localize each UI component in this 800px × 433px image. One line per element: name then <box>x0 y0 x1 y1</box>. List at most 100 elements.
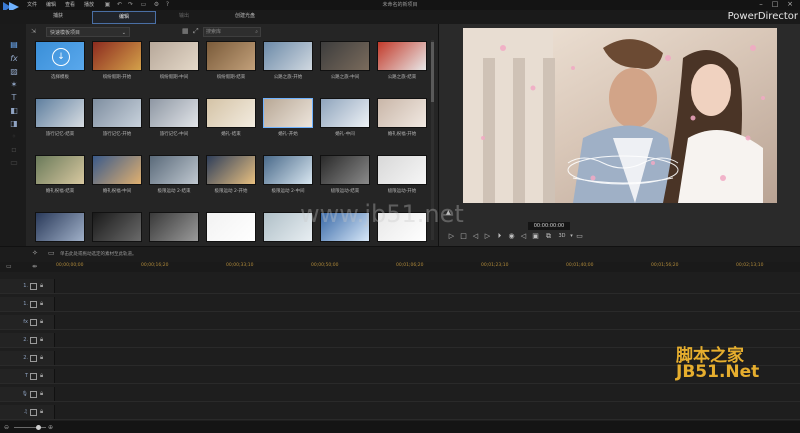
subtitle-room-icon[interactable]: ▭ <box>8 158 20 168</box>
track-enable-checkbox[interactable] <box>30 409 37 416</box>
zoom-slider[interactable] <box>14 427 46 428</box>
tab-create-disc[interactable]: 创建光盘 <box>222 11 268 22</box>
snapshot-icon[interactable]: ◉ <box>507 232 516 241</box>
help-icon[interactable]: ? <box>164 1 171 8</box>
track-lock-icon[interactable]: 🔒︎ <box>40 333 43 347</box>
track-lock-icon[interactable]: 🔒︎ <box>40 351 43 365</box>
chapter-room-icon[interactable]: ▫ <box>8 145 20 155</box>
undock-icon[interactable]: ⧉ <box>544 232 553 241</box>
template-thumbnail[interactable] <box>92 212 142 242</box>
template-label: 婚礼-结束 <box>221 132 241 137</box>
undo-icon[interactable]: ↶ <box>116 1 123 8</box>
play-icon[interactable]: ▷ <box>447 232 456 241</box>
track-enable-checkbox[interactable] <box>30 301 37 308</box>
template-thumbnail[interactable] <box>206 98 256 128</box>
timeline-track[interactable] <box>0 405 800 420</box>
track-enable-checkbox[interactable] <box>30 355 37 362</box>
zoom-slider-handle[interactable] <box>36 425 41 430</box>
track-enable-checkbox[interactable] <box>30 337 37 344</box>
timeline-track[interactable] <box>0 297 800 312</box>
tab-capture[interactable]: 捕获 <box>40 11 76 22</box>
volume-icon[interactable]: ◁ <box>519 232 528 241</box>
transition-room-icon[interactable]: ◧ <box>8 106 20 116</box>
template-thumbnail[interactable] <box>149 155 199 185</box>
fit-timeline-icon[interactable]: ⇹ <box>32 263 37 270</box>
menu-file[interactable]: 文件 <box>27 1 37 8</box>
stop-icon[interactable]: □ <box>459 232 468 241</box>
timeline-track[interactable] <box>0 387 800 402</box>
track-enable-checkbox[interactable] <box>30 391 37 398</box>
track-manager-icon[interactable]: ▭ <box>6 263 12 270</box>
track-lock-icon[interactable]: 🔒︎ <box>40 369 43 383</box>
next-frame-icon[interactable]: ▷ <box>483 232 492 241</box>
template-thumbnail[interactable] <box>149 212 199 242</box>
timeline-track[interactable] <box>0 315 800 330</box>
template-thumbnail[interactable] <box>263 155 313 185</box>
template-thumbnail[interactable] <box>206 155 256 185</box>
template-thumbnail[interactable] <box>206 41 256 71</box>
template-thumbnail[interactable] <box>92 155 142 185</box>
fx-room-icon[interactable]: fx <box>8 54 20 64</box>
template-thumbnail[interactable] <box>35 212 85 242</box>
template-thumbnail[interactable] <box>35 98 85 128</box>
prev-frame-icon[interactable]: ◁ <box>471 232 480 241</box>
zoom-out-icon[interactable]: ⊖ <box>4 424 9 431</box>
track-lock-icon[interactable]: 🔒︎ <box>40 387 43 401</box>
expand-icon[interactable]: ⤢ <box>193 27 199 36</box>
track-enable-checkbox[interactable] <box>30 373 37 380</box>
template-thumbnail[interactable] <box>206 212 256 242</box>
title-room-icon[interactable]: T <box>8 93 20 103</box>
menu-edit[interactable]: 编辑 <box>46 1 56 8</box>
tab-produce[interactable]: 输出 <box>166 11 202 22</box>
minimize-icon[interactable]: – <box>755 0 767 9</box>
library-scrollbar-thumb[interactable] <box>431 42 434 102</box>
template-thumbnail[interactable] <box>320 98 370 128</box>
template-thumbnail[interactable] <box>377 155 427 185</box>
close-icon[interactable]: × <box>784 0 796 9</box>
media-room-icon[interactable]: ▤ <box>8 40 20 50</box>
timeline-track[interactable] <box>0 279 800 294</box>
fast-forward-icon[interactable]: ⏵ <box>495 232 504 241</box>
maximize-icon[interactable]: □ <box>769 0 781 9</box>
track-lock-icon[interactable]: 🔒︎ <box>40 297 43 311</box>
tab-edit[interactable]: 编辑 <box>92 11 156 24</box>
redo-icon[interactable]: ↷ <box>127 1 134 8</box>
audio-mixing-icon[interactable]: ◨ <box>8 119 20 129</box>
particle-room-icon[interactable]: ✶ <box>8 80 20 90</box>
screen-icon[interactable]: ▭ <box>140 1 147 8</box>
grid-view-icon[interactable]: ▦ <box>182 27 189 35</box>
track-lock-icon[interactable]: 🔒︎ <box>40 279 43 293</box>
track-lock-icon[interactable]: 🔒︎ <box>40 405 43 419</box>
chevron-down-icon: ⌄ <box>121 30 126 36</box>
external-monitor-icon[interactable]: ▭ <box>575 232 584 241</box>
template-thumbnail[interactable] <box>149 41 199 71</box>
template-thumbnail[interactable] <box>35 155 85 185</box>
track-lock-icon[interactable]: 🔒︎ <box>40 315 43 329</box>
pip-room-icon[interactable]: ▨ <box>8 67 20 77</box>
menu-play[interactable]: 播放 <box>84 1 94 8</box>
fullscreen-icon[interactable]: ▣ <box>531 232 540 241</box>
template-label: 旅行记忆-结束 <box>45 132 75 137</box>
track-enable-checkbox[interactable] <box>30 319 37 326</box>
template-thumbnail[interactable] <box>263 41 313 71</box>
template-thumbnail[interactable] <box>149 98 199 128</box>
library-filter-select[interactable]: 快速模板项目 ⌄ <box>46 27 130 37</box>
template-thumbnail[interactable] <box>263 98 313 128</box>
zoom-in-icon[interactable]: ⊕ <box>48 424 53 431</box>
voice-over-icon[interactable]: ◦ <box>8 132 20 142</box>
menu-view[interactable]: 查看 <box>65 1 75 8</box>
import-icon[interactable]: ⇲ <box>31 28 36 35</box>
template-thumbnail[interactable] <box>377 98 427 128</box>
settings-icon[interactable]: ⚙ <box>153 1 160 8</box>
template-thumbnail[interactable] <box>320 155 370 185</box>
library-search-input[interactable]: 搜索库 ⌕ <box>203 27 261 37</box>
template-thumbnail[interactable] <box>377 41 427 71</box>
template-thumbnail[interactable] <box>92 41 142 71</box>
save-icon[interactable]: ▣ <box>104 1 111 8</box>
template-thumbnail[interactable]: ↓ <box>35 41 85 71</box>
clip-icon[interactable]: ▭ <box>48 249 55 257</box>
template-thumbnail[interactable] <box>320 41 370 71</box>
magic-tools-icon[interactable]: ✧ <box>32 249 38 257</box>
track-enable-checkbox[interactable] <box>30 283 37 290</box>
template-thumbnail[interactable] <box>92 98 142 128</box>
